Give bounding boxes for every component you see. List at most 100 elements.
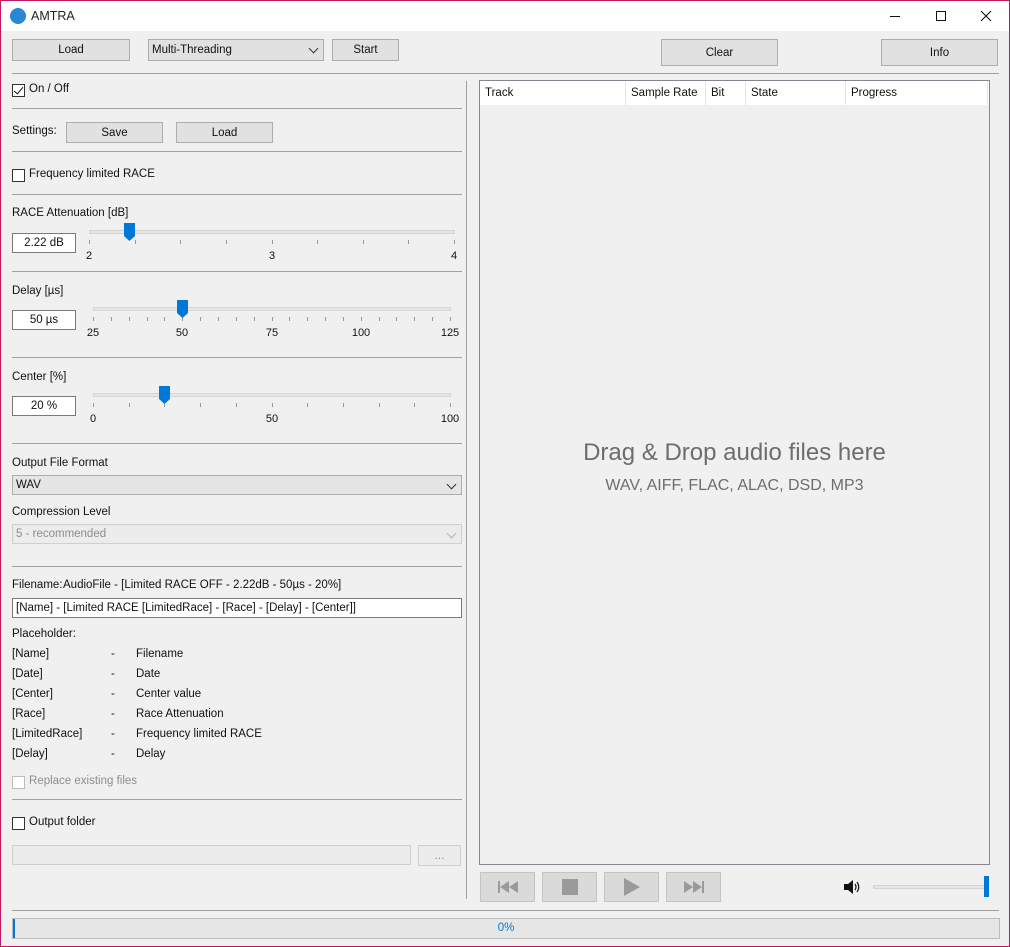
placeholder-sep: -: [111, 648, 115, 660]
center-slider[interactable]: 0 50 100: [89, 384, 459, 434]
settings-label: Settings:: [12, 125, 57, 137]
center-slider-tick: [93, 403, 94, 407]
replace-files-checkbox[interactable]: [12, 776, 25, 789]
onoff-checkbox[interactable]: [12, 84, 25, 97]
race-attenuation-slider-tick-label: 2: [85, 250, 93, 262]
output-folder-label: Output folder: [29, 816, 96, 828]
delay-field[interactable]: 50 µs: [12, 310, 76, 330]
delay-slider-track: [93, 307, 451, 311]
close-icon: [980, 10, 992, 22]
delay-slider-tick: [343, 317, 344, 321]
race-attenuation-slider-tick-label: 3: [268, 250, 276, 262]
drop-zone-formats: WAV, AIFF, FLAC, ALAC, DSD, MP3: [605, 477, 864, 494]
center-slider-tick-label: 100: [440, 413, 460, 425]
divider: [12, 799, 462, 800]
title-bar: AMTRA: [1, 1, 1009, 31]
track-list[interactable]: Track Sample Rate Bit State Progress Dra…: [479, 80, 990, 865]
delay-slider-thumb[interactable]: [177, 300, 189, 318]
minimize-button[interactable]: [872, 1, 918, 31]
window-title: AMTRA: [31, 9, 75, 23]
app-window: AMTRA Load Multi-Threading Start Clear I…: [0, 0, 1010, 947]
chevron-down-icon: [446, 479, 457, 490]
delay-slider-tick: [147, 317, 148, 321]
info-button[interactable]: Info: [881, 39, 998, 66]
chevron-down-icon: [446, 528, 457, 539]
filename-preview: AudioFile - [Limited RACE OFF - 2.22dB -…: [63, 579, 342, 591]
placeholder-desc: Center value: [136, 688, 202, 700]
divider: [12, 271, 462, 272]
browse-folder-button[interactable]: ...: [418, 845, 461, 866]
placeholder-desc: Race Attenuation: [136, 708, 224, 720]
center-slider-thumb[interactable]: [159, 386, 171, 404]
volume-track: [873, 885, 989, 889]
maximize-button[interactable]: [918, 1, 964, 31]
previous-button[interactable]: [480, 872, 535, 902]
play-button[interactable]: [604, 872, 659, 902]
filename-pattern-input[interactable]: [Name] - [Limited RACE [LimitedRace] - […: [12, 598, 462, 618]
placeholder-desc: Frequency limited RACE: [136, 728, 262, 740]
onoff-label: On / Off: [29, 83, 70, 95]
thread-mode-select[interactable]: Multi-Threading: [148, 39, 324, 61]
center-slider-tick: [343, 403, 344, 407]
drop-zone-title: Drag & Drop audio files here: [583, 439, 886, 466]
play-icon: [623, 878, 640, 896]
delay-slider-tick: [129, 317, 130, 321]
race-attenuation-slider[interactable]: 2 3 4: [85, 221, 458, 271]
placeholder-key: [LimitedRace]: [12, 728, 83, 740]
placeholder-sep: -: [111, 728, 115, 740]
race-attenuation-slider-tick-label: 4: [450, 250, 458, 262]
compression-value: 5 - recommended: [16, 528, 107, 540]
center-slider-tick: [200, 403, 201, 407]
column-state[interactable]: State: [746, 81, 846, 105]
clear-button[interactable]: Clear: [661, 39, 778, 66]
volume-thumb[interactable]: [984, 876, 989, 897]
load-button[interactable]: Load: [12, 39, 130, 61]
column-bit[interactable]: Bit: [706, 81, 746, 105]
column-progress[interactable]: Progress: [846, 81, 988, 105]
delay-slider-tick: [450, 317, 451, 321]
stop-button[interactable]: [542, 872, 597, 902]
output-folder-checkbox[interactable]: [12, 817, 25, 830]
divider: [12, 910, 999, 911]
settings-save-button[interactable]: Save: [66, 122, 163, 143]
next-button[interactable]: [666, 872, 721, 902]
race-attenuation-slider-tick: [89, 240, 90, 244]
freq-limited-checkbox[interactable]: [12, 169, 25, 182]
race-attenuation-slider-tick: [363, 240, 364, 244]
compression-select[interactable]: 5 - recommended: [12, 524, 462, 544]
race-attenuation-slider-tick: [454, 240, 455, 244]
center-slider-tick: [450, 403, 451, 407]
center-slider-tick-label: 0: [89, 413, 97, 425]
delay-slider-tick: [432, 317, 433, 321]
output-folder-input[interactable]: [12, 845, 411, 865]
app-logo-icon: [10, 8, 26, 24]
column-sample-rate[interactable]: Sample Rate: [626, 81, 706, 105]
output-format-label: Output File Format: [12, 457, 108, 469]
skip-forward-icon: [683, 881, 704, 893]
replace-files-label: Replace existing files: [29, 775, 138, 787]
race-attenuation-field[interactable]: 2.22 dB: [12, 233, 76, 253]
placeholder-key: [Race]: [12, 708, 46, 720]
column-track[interactable]: Track: [480, 81, 626, 105]
delay-slider-tick: [379, 317, 380, 321]
settings-load-button[interactable]: Load: [176, 122, 273, 143]
start-button[interactable]: Start: [332, 39, 399, 61]
stop-icon: [561, 879, 578, 895]
toolbar-divider: [12, 73, 999, 74]
output-format-select[interactable]: WAV: [12, 475, 462, 495]
volume-slider[interactable]: [873, 876, 989, 898]
center-slider-tick: [272, 403, 273, 407]
center-field[interactable]: 20 %: [12, 396, 76, 416]
race-attenuation-slider-thumb[interactable]: [124, 223, 136, 241]
race-attenuation-slider-tick: [135, 240, 136, 244]
volume-icon[interactable]: [843, 879, 861, 895]
delay-slider-tick: [164, 317, 165, 321]
placeholder-desc: Delay: [136, 748, 166, 760]
placeholder-sep: -: [111, 748, 115, 760]
center-label: Center [%]: [12, 371, 67, 383]
close-button[interactable]: [963, 1, 1009, 31]
placeholder-key: [Center]: [12, 688, 53, 700]
delay-slider[interactable]: 25 50 75 100 125: [87, 298, 459, 348]
delay-slider-tick: [396, 317, 397, 321]
placeholder-key: [Delay]: [12, 748, 48, 760]
